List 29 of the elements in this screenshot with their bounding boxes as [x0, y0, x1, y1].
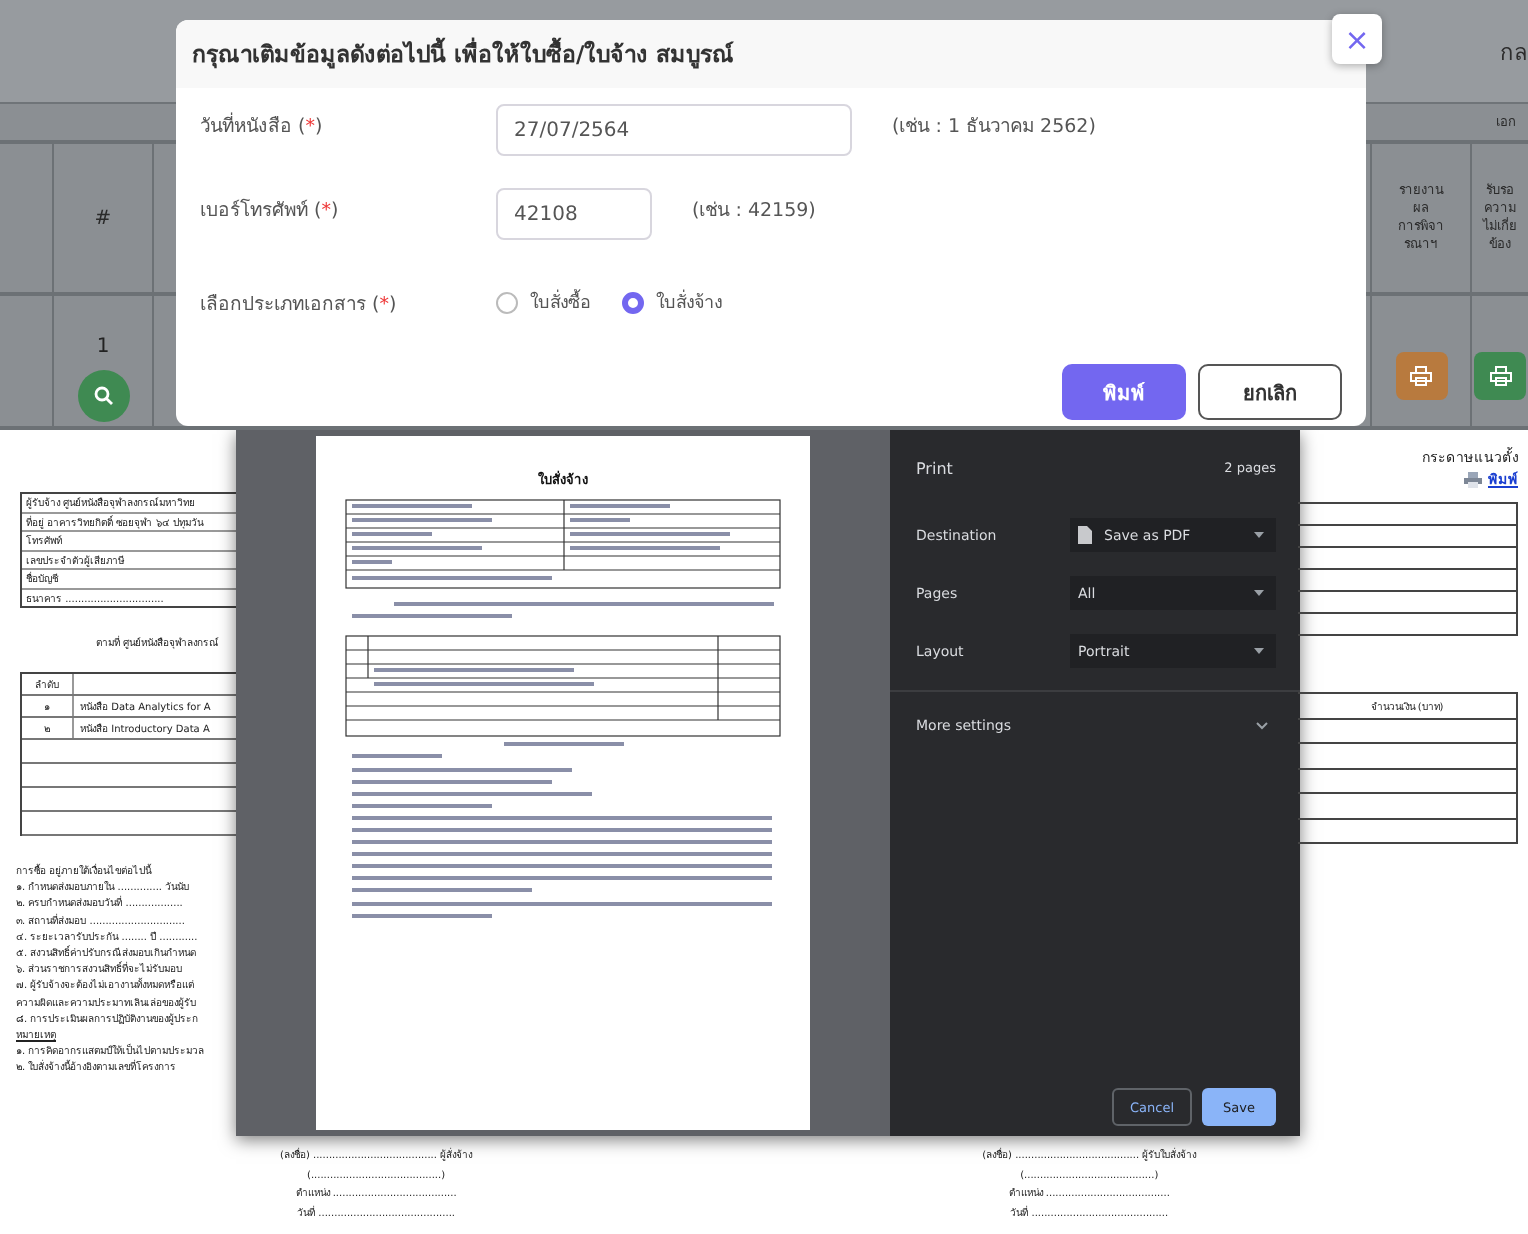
field-label: เลือกประเภทเอกสาร (*) — [200, 291, 399, 317]
printer-icon — [1410, 365, 1432, 385]
input-field[interactable]: 27/07/2564 — [496, 104, 852, 156]
dialog-title: กรุณาเติมข้อมูลดังต่อไปนี้ เพื่อให้ใบซื้อ/ใบจ้าง สมบูรณ์ — [192, 36, 735, 72]
cancel-button[interactable]: ยกเลิก — [1198, 364, 1342, 420]
print-button[interactable] — [1395, 351, 1447, 399]
search-button[interactable] — [77, 370, 129, 422]
input-field[interactable]: 42108 — [496, 188, 652, 240]
print-button[interactable]: พิมพ์ — [1062, 364, 1186, 420]
file-icon — [1078, 526, 1092, 544]
caret-icon — [1254, 532, 1264, 538]
search-icon — [93, 386, 113, 406]
print-button[interactable] — [1474, 351, 1526, 399]
example-text: (เช่น : 42159) — [692, 198, 816, 224]
field-label: วันที่หนังสือ (*) — [200, 110, 325, 140]
chevron-icon — [1256, 722, 1268, 730]
field-label: เบอร์โทรศัพท์ (*) — [200, 196, 341, 224]
row-number: 1 — [96, 336, 110, 358]
radio-option[interactable]: ใบสั่งซื้อ — [496, 288, 590, 316]
close-button[interactable]: × — [1332, 14, 1382, 64]
column-header: # — [94, 207, 112, 229]
caret-icon — [1254, 648, 1264, 654]
print-title: Print — [916, 459, 953, 477]
header-text: กล — [1500, 37, 1528, 69]
example-text: (เช่น : 1 ธันวาคม 2562) — [892, 114, 1096, 140]
caret-icon — [1254, 590, 1264, 596]
printer-icon — [1464, 471, 1482, 487]
radio-option[interactable]: ใบสั่งจ้าง — [622, 288, 722, 316]
printer-icon — [1489, 365, 1511, 385]
